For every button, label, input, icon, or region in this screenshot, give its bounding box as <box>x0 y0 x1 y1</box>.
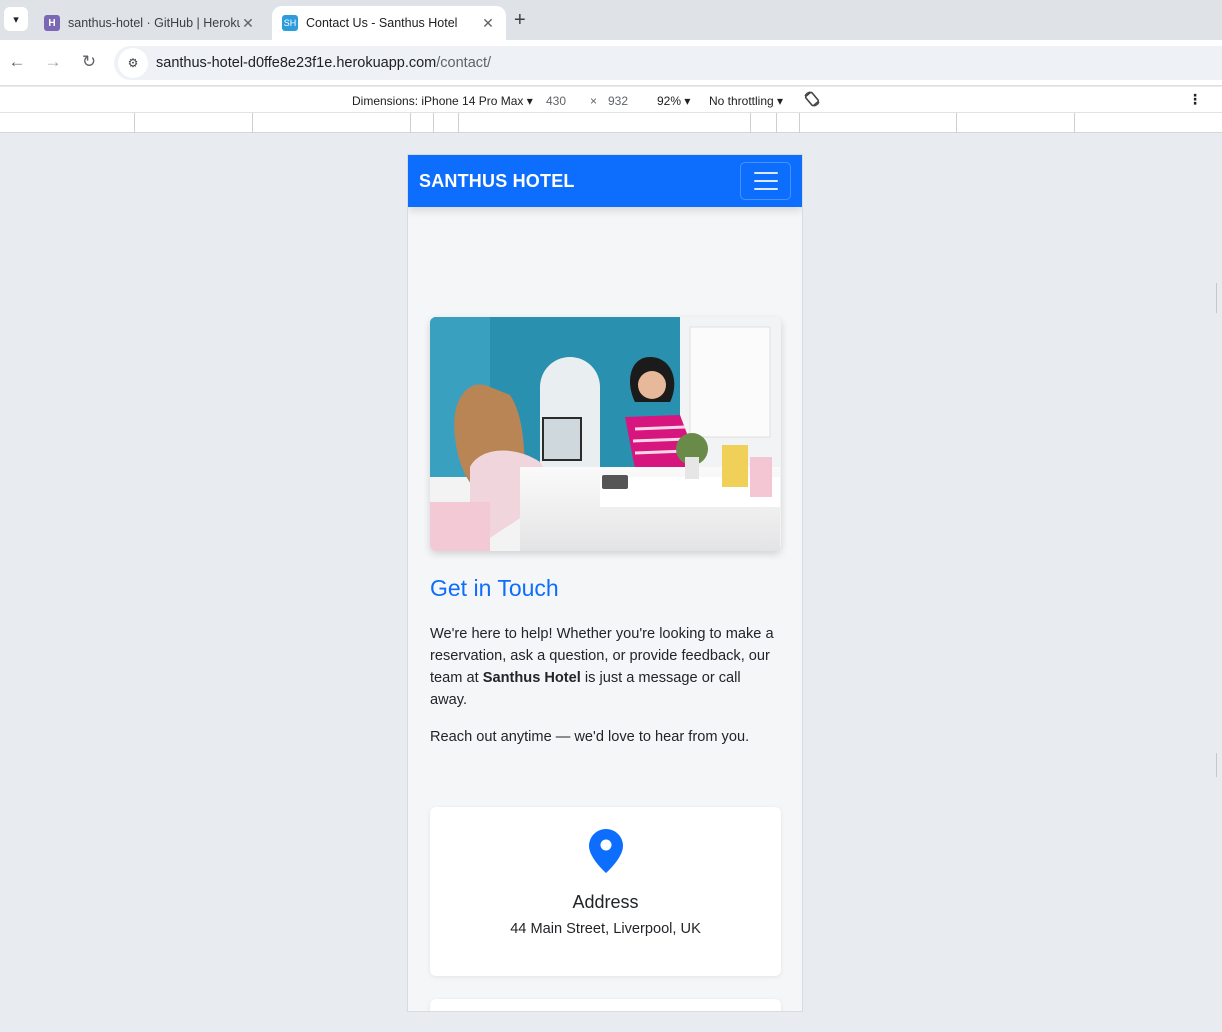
menu-toggle-button[interactable] <box>740 162 791 200</box>
phone-card <box>430 999 781 1011</box>
tab-title: santhus-hotel · GitHub | Heroku <box>68 16 240 30</box>
tab-title: Contact Us - Santhus Hotel <box>306 16 458 30</box>
page-heading: Get in Touch <box>430 575 559 601</box>
emulated-viewport: SANTHUS HOTEL Get in Touch We're here to… <box>0 133 1222 1032</box>
address-title: Address <box>572 892 639 912</box>
media-query-ruler[interactable] <box>0 113 1222 133</box>
zoom-label: 92% <box>657 94 682 108</box>
zoom-select[interactable]: 92% ▾ <box>657 94 690 108</box>
resize-handle[interactable] <box>1216 753 1222 777</box>
rotate-icon[interactable] <box>803 90 821 111</box>
throttling-label: No throttling <box>709 94 774 108</box>
device-label: Dimensions: iPhone 14 Pro Max <box>352 94 524 108</box>
hamburger-icon <box>753 172 778 174</box>
address-card: Address 44 Main Street, Liverpool, UK <box>430 807 781 976</box>
browser-toolbar: ← → ↻ ⚙ santhus-hotel-d0ffe8e23f1e.herok… <box>0 40 1222 86</box>
device-toolbar: Dimensions: iPhone 14 Pro Max ▾ 430 × 93… <box>0 87 1222 113</box>
intro-paragraph: We're here to help! Whether you're looki… <box>430 623 780 711</box>
tab-search-button[interactable]: ▾ <box>4 7 28 31</box>
map-pin-icon <box>588 829 623 878</box>
tab-contact[interactable]: SH Contact Us - Santhus Hotel ✕ <box>272 6 506 40</box>
reception-photo <box>430 317 781 551</box>
site-brand[interactable]: SANTHUS HOTEL <box>419 171 575 192</box>
resize-handle[interactable] <box>1216 283 1222 313</box>
address-bar[interactable]: ⚙ santhus-hotel-d0ffe8e23f1e.herokuapp.c… <box>114 46 1222 80</box>
times-sign: × <box>590 94 598 108</box>
reach-paragraph: Reach out anytime — we'd love to hear fr… <box>430 729 750 745</box>
close-icon[interactable]: ✕ <box>240 15 256 32</box>
heroku-icon: H <box>44 15 60 31</box>
tab-strip: ▾ H santhus-hotel · GitHub | Heroku ✕ SH… <box>0 0 1222 40</box>
url-host: santhus-hotel-d0ffe8e23f1e.herokuapp.com <box>156 55 437 71</box>
new-tab-button[interactable]: + <box>514 9 526 32</box>
close-icon[interactable]: ✕ <box>480 15 496 32</box>
more-options-icon[interactable]: ⋮ <box>1188 91 1202 108</box>
url-path: /contact/ <box>436 55 492 71</box>
site-navbar: SANTHUS HOTEL <box>408 155 802 207</box>
device-screen: SANTHUS HOTEL Get in Touch We're here to… <box>407 154 803 1012</box>
width-input[interactable]: 430 <box>546 94 566 108</box>
throttling-select[interactable]: No throttling ▾ <box>709 94 783 108</box>
height-input[interactable]: 932 <box>608 94 628 108</box>
tab-heroku[interactable]: H santhus-hotel · GitHub | Heroku ✕ <box>34 6 266 40</box>
hotel-name: Santhus Hotel <box>482 670 581 686</box>
back-arrow-icon[interactable]: ← <box>6 52 28 72</box>
main-content: Get in Touch We're here to help! Whether… <box>408 207 802 1011</box>
address-text: 44 Main Street, Liverpool, UK <box>510 921 701 937</box>
reload-icon[interactable]: ↻ <box>78 52 100 72</box>
site-favicon-icon: SH <box>282 15 298 31</box>
device-select[interactable]: Dimensions: iPhone 14 Pro Max ▾ <box>352 94 533 108</box>
site-settings-icon[interactable]: ⚙ <box>118 48 148 78</box>
forward-arrow-icon[interactable]: → <box>42 52 64 72</box>
url-text[interactable]: santhus-hotel-d0ffe8e23f1e.herokuapp.com… <box>156 55 491 71</box>
